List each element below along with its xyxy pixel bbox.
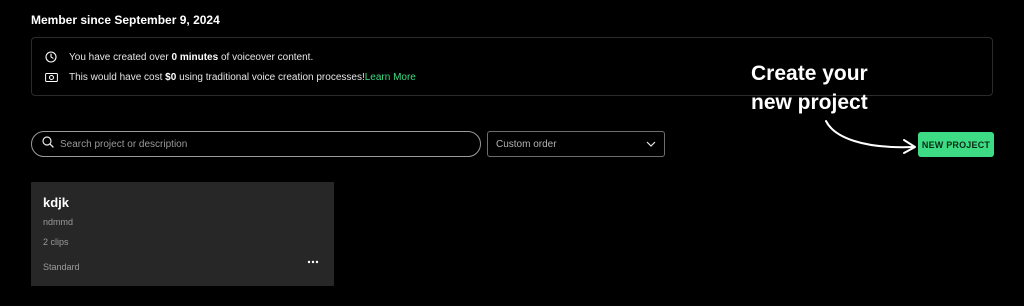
more-options-icon[interactable] xyxy=(305,256,321,268)
project-description: ndmmd xyxy=(43,217,74,227)
sort-order-value: Custom order xyxy=(496,138,557,150)
search-icon xyxy=(42,135,54,153)
create-project-annotation: Create your new project xyxy=(751,62,868,114)
search-box[interactable] xyxy=(31,131,481,157)
project-clip-count: 2 clips xyxy=(43,237,69,247)
search-input[interactable] xyxy=(60,138,460,150)
clock-icon xyxy=(44,50,58,64)
project-card[interactable]: kdjk ndmmd 2 clips Standard xyxy=(31,182,334,286)
new-project-button[interactable]: NEW PROJECT xyxy=(918,132,994,157)
cost-savings-row: This would have cost $0 using traditiona… xyxy=(44,70,416,84)
learn-more-link[interactable]: Learn More xyxy=(365,72,416,83)
member-since-text: Member since September 9, 2024 xyxy=(31,13,220,27)
money-icon xyxy=(44,70,58,84)
minutes-created-row: You have created over 0 minutes of voice… xyxy=(44,50,313,64)
chevron-down-icon xyxy=(646,139,656,150)
minutes-created-text: You have created over 0 minutes of voice… xyxy=(69,51,314,63)
project-title: kdjk xyxy=(43,195,70,210)
annotation-arrow-icon xyxy=(825,120,916,154)
cost-savings-text: This would have cost $0 using traditiona… xyxy=(69,71,416,83)
sort-order-select[interactable]: Custom order xyxy=(487,131,665,157)
project-tier: Standard xyxy=(43,262,80,272)
